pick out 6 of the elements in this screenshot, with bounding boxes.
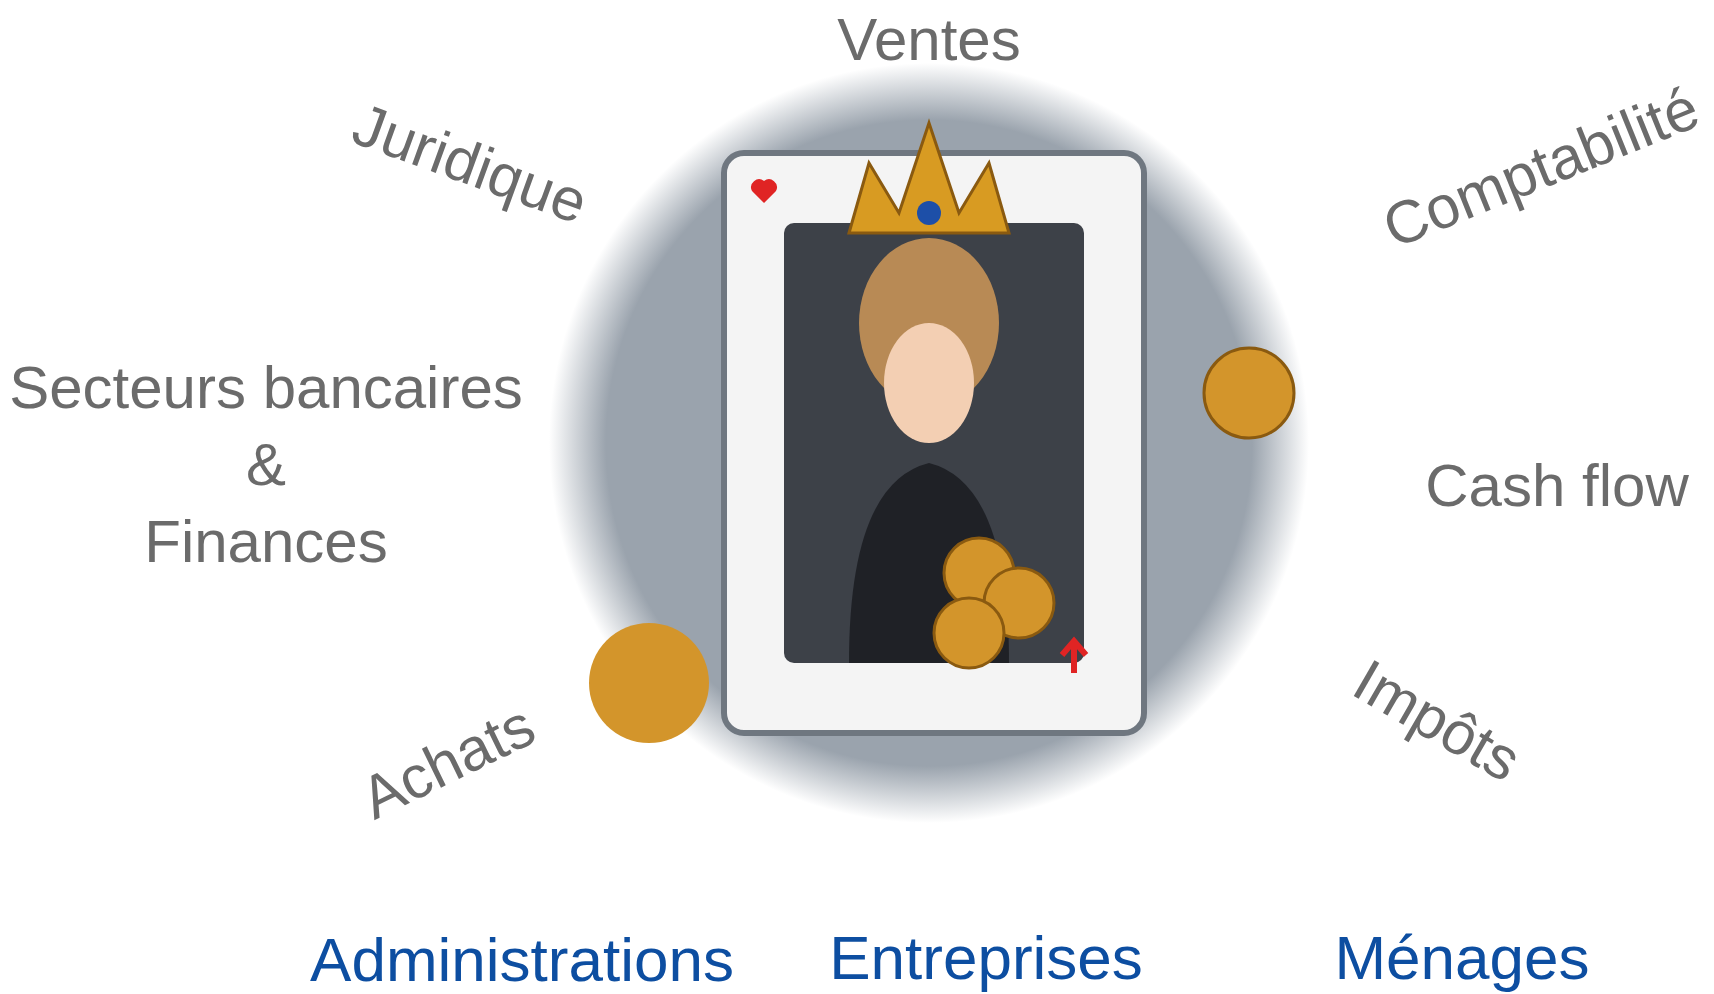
topic-label: Secteurs bancaires	[9, 358, 523, 418]
topic-label: Ventes	[837, 10, 1021, 70]
topic-label: Finances	[144, 512, 388, 572]
topic-label: &	[246, 435, 286, 495]
topic-label: Cash flow	[1425, 456, 1689, 516]
audience-label: Administrations	[310, 929, 734, 991]
